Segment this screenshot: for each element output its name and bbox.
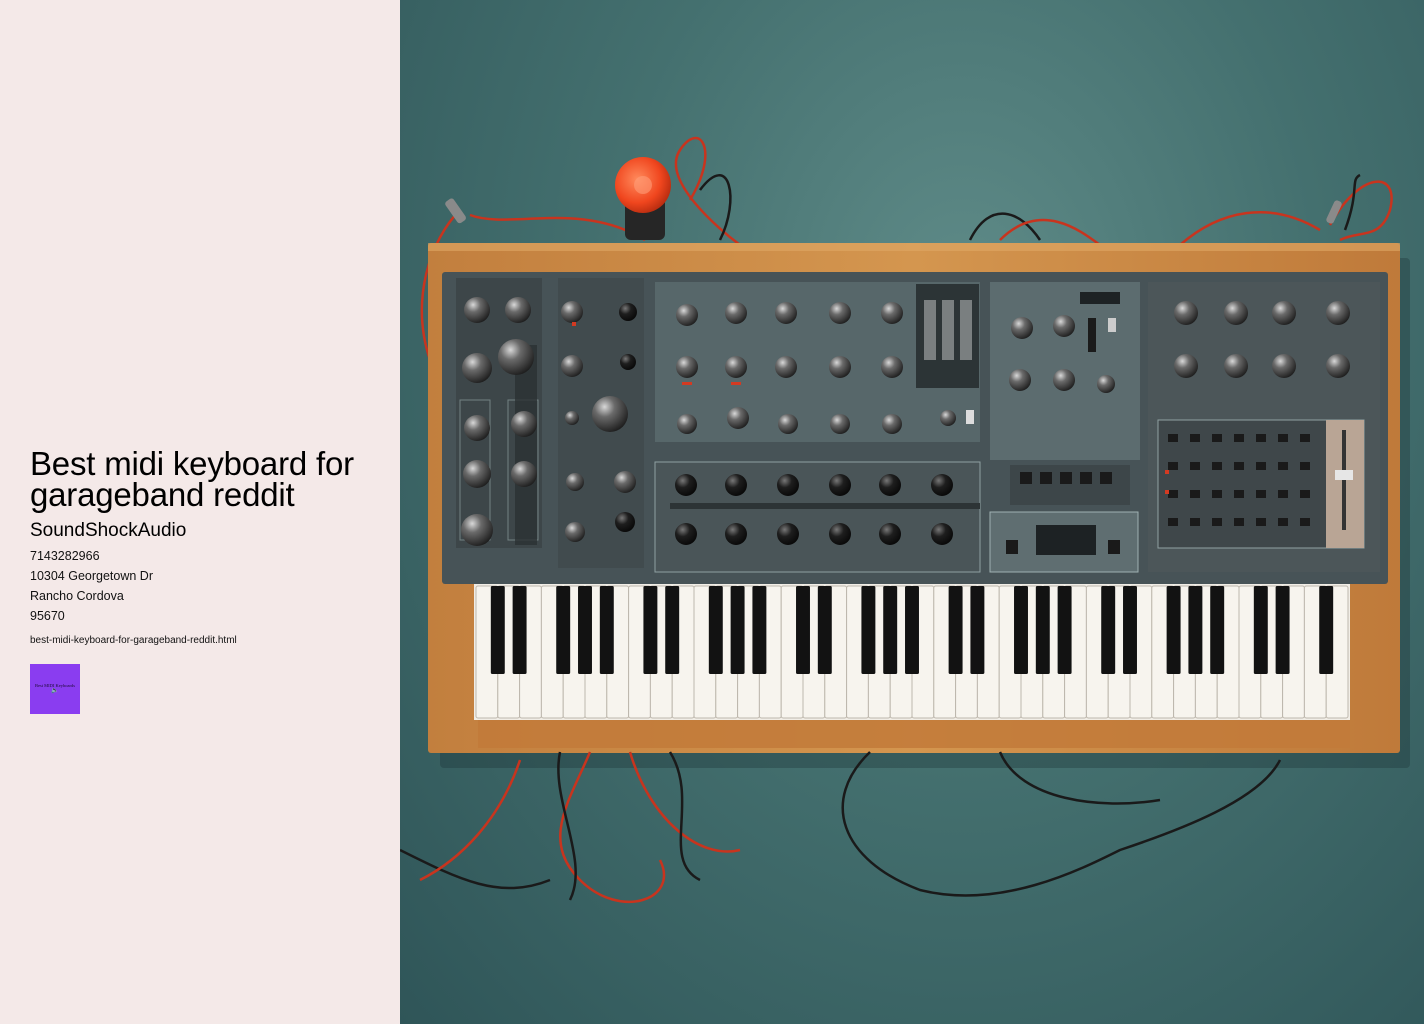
- speaker-icon: 🔈: [51, 688, 59, 694]
- black-key: [861, 586, 876, 674]
- envelope-section: [654, 461, 981, 573]
- black-key: [796, 586, 810, 674]
- black-key: [905, 586, 919, 674]
- black-key: [578, 586, 592, 674]
- company-name: SoundShockAudio: [30, 520, 187, 541]
- synthesizer-illustration: [400, 136, 1410, 904]
- black-key: [970, 586, 985, 674]
- black-key: [730, 586, 745, 674]
- black-key: [817, 586, 832, 674]
- cables-bottom: [400, 751, 1282, 904]
- black-key: [556, 586, 571, 674]
- black-key: [752, 586, 767, 674]
- button-block: [989, 465, 1139, 573]
- black-key: [1123, 586, 1137, 674]
- black-key: [512, 586, 527, 674]
- black-key: [1319, 586, 1334, 674]
- black-key: [1210, 586, 1225, 674]
- city: Rancho Cordova: [30, 589, 124, 603]
- business-info: Best midi keyboard for garageband reddit…: [30, 445, 380, 714]
- file-name: best-midi-keyboard-for-garageband-reddit…: [30, 635, 237, 646]
- black-key: [1057, 586, 1072, 674]
- black-key: [1253, 586, 1268, 674]
- black-key: [1014, 586, 1028, 674]
- sidebar: Best midi keyboard for garageband reddit…: [0, 0, 400, 1024]
- black-key: [1035, 586, 1050, 674]
- phone-number: 7143282966: [30, 549, 100, 563]
- black-key: [708, 586, 723, 674]
- black-key: [1166, 586, 1181, 674]
- black-key: [883, 586, 898, 674]
- mixer-block: [1157, 419, 1365, 549]
- orange-knob-device: [615, 157, 671, 240]
- thumbnail-image[interactable]: Best MIDI Keyboards 🔈: [30, 664, 80, 714]
- street-address: 10304 Georgetown Dr: [30, 569, 153, 583]
- black-key: [490, 586, 505, 674]
- black-key: [599, 586, 614, 674]
- black-key: [1101, 586, 1116, 674]
- page-title: Best midi keyboard for garageband reddit: [30, 445, 354, 513]
- black-key: [1275, 586, 1290, 674]
- black-key: [643, 586, 658, 674]
- hero-image: [400, 0, 1424, 1024]
- black-key: [948, 586, 963, 674]
- black-key: [1188, 586, 1203, 674]
- zip-code: 95670: [30, 609, 65, 623]
- black-key: [665, 586, 680, 674]
